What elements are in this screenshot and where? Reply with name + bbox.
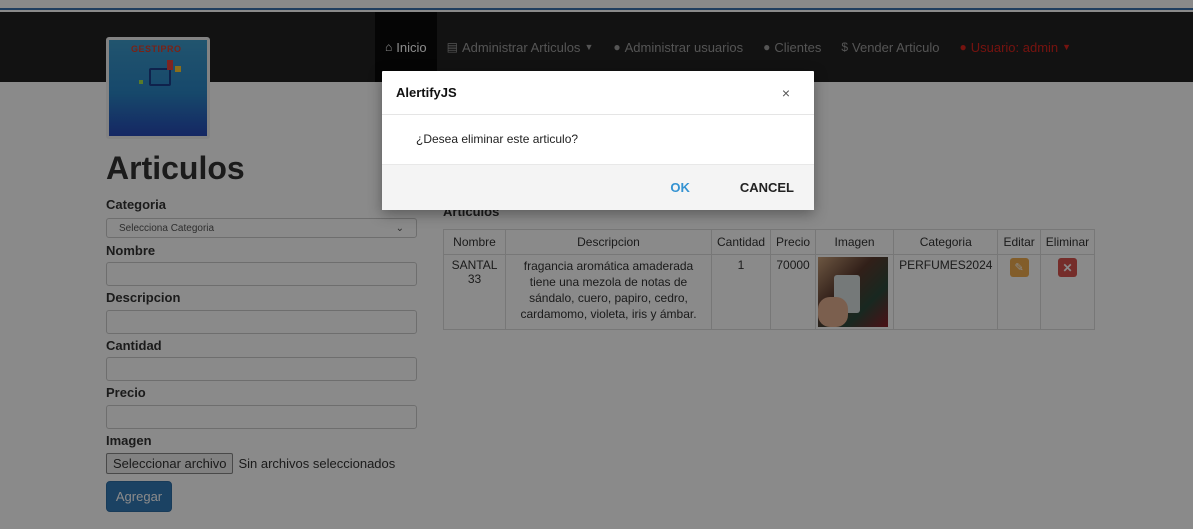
- cancel-button[interactable]: CANCEL: [740, 180, 794, 195]
- dialog-footer: OK CANCEL: [382, 165, 814, 210]
- dialog-title: AlertifyJS: [396, 85, 457, 100]
- ok-button[interactable]: OK: [670, 180, 690, 195]
- dialog-message: ¿Desea eliminar este articulo?: [382, 115, 814, 165]
- confirm-dialog: AlertifyJS × ¿Desea eliminar este articu…: [382, 71, 814, 210]
- close-icon[interactable]: ×: [782, 85, 790, 101]
- dialog-header: AlertifyJS ×: [382, 71, 814, 115]
